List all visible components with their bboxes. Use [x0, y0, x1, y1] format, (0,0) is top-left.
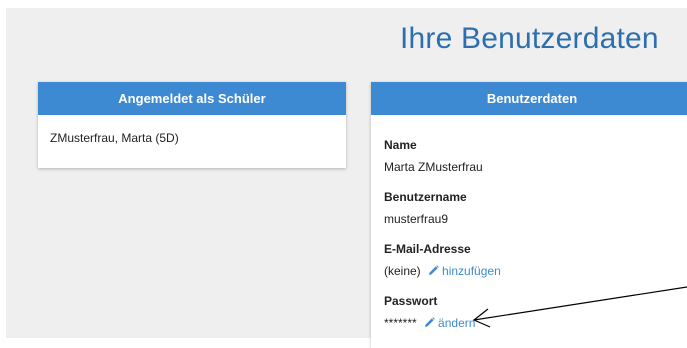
login-card-body: ZMusterfrau, Marta (5D) — [38, 115, 346, 161]
logged-in-user: ZMusterfrau, Marta (5D) — [50, 131, 179, 145]
email-add-link[interactable]: hinzufügen — [424, 264, 501, 278]
name-label: Name — [384, 138, 417, 152]
login-card-header: Angemeldet als Schüler — [38, 82, 346, 115]
password-label: Passwort — [384, 294, 438, 308]
username-label: Benutzername — [384, 190, 467, 204]
password-change-link[interactable]: ändern — [420, 316, 475, 330]
name-value: Marta ZMusterfrau — [384, 160, 483, 174]
login-card: Angemeldet als Schüler ZMusterfrau, Mart… — [38, 82, 346, 168]
page-title: Ihre Benutzerdaten — [400, 22, 659, 55]
user-data-card-header: Benutzerdaten — [371, 82, 687, 115]
password-value: ******* — [384, 316, 417, 330]
password-row: ******* ändern — [384, 315, 680, 331]
user-data-card-body: Name Marta ZMusterfrau Benutzername must… — [371, 115, 687, 331]
email-label: E-Mail-Adresse — [384, 242, 471, 256]
pencil-icon — [429, 265, 439, 275]
pencil-icon — [425, 317, 435, 327]
page: Ihre Benutzerdaten Angemeldet als Schüle… — [0, 0, 687, 348]
email-add-label[interactable]: hinzufügen — [442, 264, 501, 278]
user-data-card: Benutzerdaten Name Marta ZMusterfrau Ben… — [371, 82, 687, 348]
password-change-label[interactable]: ändern — [438, 316, 475, 330]
email-row: (keine) hinzufügen — [384, 263, 680, 279]
email-value: (keine) — [384, 264, 421, 278]
username-value: musterfrau9 — [384, 212, 449, 226]
